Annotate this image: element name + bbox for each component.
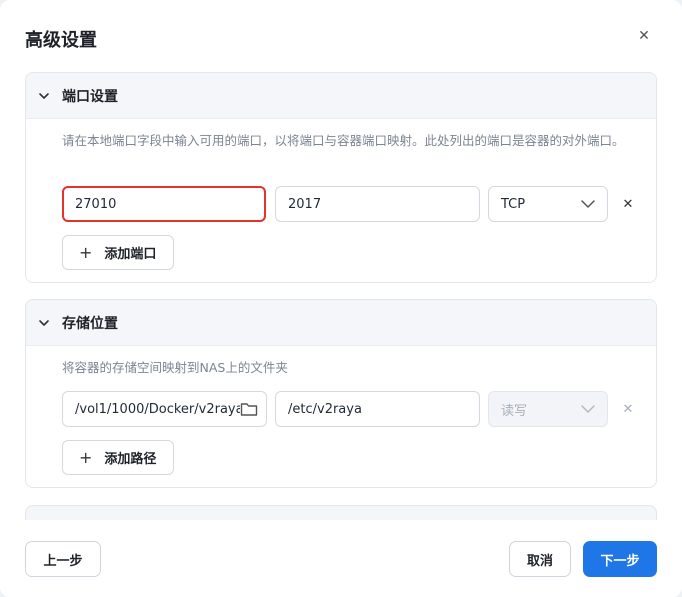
add-port-button[interactable]: + 添加端口 xyxy=(62,235,174,270)
advanced-settings-dialog: 高级设置 ✕ 端口设置 请在本地端口字段中输入可用的端口，以将端口与容器端口映射… xyxy=(0,0,682,597)
port-settings-section: 端口设置 请在本地端口字段中输入可用的端口，以将端口与容器端口映射。此处列出的端… xyxy=(25,72,657,283)
add-port-label: 添加端口 xyxy=(104,247,157,262)
nas-path-value: /vol1/1000/Docker/v2raya xyxy=(75,401,244,417)
next-step-button[interactable]: 下一步 xyxy=(583,541,657,577)
protocol-value: TCP xyxy=(501,196,526,212)
add-path-label: 添加路径 xyxy=(104,452,157,467)
cancel-button[interactable]: 取消 xyxy=(509,541,571,577)
nas-path-input[interactable]: /vol1/1000/Docker/v2raya xyxy=(62,391,267,427)
add-path-button[interactable]: + 添加路径 xyxy=(62,440,174,475)
container-path-input[interactable]: /etc/v2raya xyxy=(275,391,480,427)
close-icon[interactable]: ✕ xyxy=(634,26,654,46)
plus-icon: + xyxy=(79,448,93,467)
storage-location-title: 存储位置 xyxy=(62,315,118,332)
chevron-down-icon xyxy=(39,319,49,326)
permission-select: 读写 xyxy=(488,391,608,427)
local-port-value: 27010 xyxy=(75,196,117,212)
container-port-input[interactable]: 2017 xyxy=(275,186,480,222)
prev-step-button[interactable]: 上一步 xyxy=(25,541,101,577)
plus-icon: + xyxy=(79,243,93,262)
protocol-select[interactable]: TCP xyxy=(488,186,608,222)
permission-value: 读写 xyxy=(501,403,528,419)
local-port-input[interactable]: 27010 xyxy=(62,186,266,222)
chevron-down-icon xyxy=(39,92,49,99)
dialog-title: 高级设置 xyxy=(25,30,97,51)
folder-icon[interactable] xyxy=(240,401,258,417)
port-settings-description: 请在本地端口字段中输入可用的端口，以将端口与容器端口映射。此处列出的端口是容器的… xyxy=(62,133,625,148)
container-path-value: /etc/v2raya xyxy=(288,401,362,417)
port-settings-title: 端口设置 xyxy=(62,88,118,105)
chevron-down-icon xyxy=(581,405,595,413)
port-settings-header[interactable]: 端口设置 xyxy=(26,73,656,119)
container-port-value: 2017 xyxy=(288,196,322,212)
dialog-footer: 上一步 取消 下一步 xyxy=(0,520,682,597)
storage-location-section: 存储位置 将容器的存储空间映射到NAS上的文件夹 /vol1/1000/Dock… xyxy=(25,299,657,488)
storage-location-header[interactable]: 存储位置 xyxy=(26,300,656,346)
chevron-down-icon xyxy=(581,200,595,208)
storage-location-description: 将容器的存储空间映射到NAS上的文件夹 xyxy=(62,360,288,375)
remove-path-row-icon: ✕ xyxy=(622,401,634,417)
remove-port-row-icon[interactable]: ✕ xyxy=(619,195,637,213)
